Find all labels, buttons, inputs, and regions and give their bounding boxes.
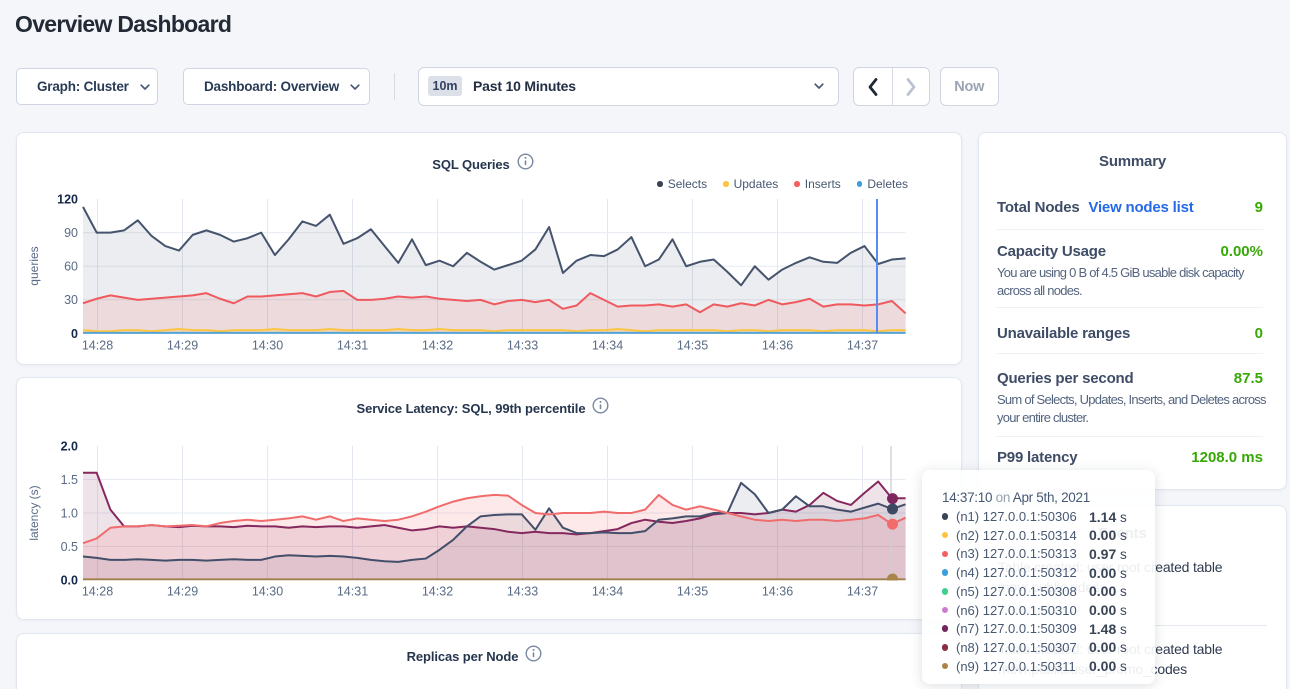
svg-text:0: 0 xyxy=(71,327,78,341)
svg-text:14:28: 14:28 xyxy=(82,339,113,353)
svg-text:14:29: 14:29 xyxy=(167,585,198,599)
svg-text:14:34: 14:34 xyxy=(592,585,623,599)
svg-text:0.5: 0.5 xyxy=(61,540,78,554)
svg-text:14:32: 14:32 xyxy=(422,339,453,353)
svg-text:1.0: 1.0 xyxy=(61,506,78,520)
svg-text:14:31: 14:31 xyxy=(337,339,368,353)
svg-text:14:37: 14:37 xyxy=(847,585,878,599)
svg-text:14:31: 14:31 xyxy=(337,585,368,599)
svg-text:14:37: 14:37 xyxy=(847,339,878,353)
svg-text:14:30: 14:30 xyxy=(252,339,283,353)
svg-text:60: 60 xyxy=(64,260,78,274)
svg-text:14:34: 14:34 xyxy=(592,339,623,353)
svg-text:0.0: 0.0 xyxy=(61,573,78,587)
svg-text:14:35: 14:35 xyxy=(677,585,708,599)
svg-text:14:30: 14:30 xyxy=(252,585,283,599)
svg-text:queries: queries xyxy=(27,246,41,285)
svg-text:14:29: 14:29 xyxy=(167,339,198,353)
svg-text:30: 30 xyxy=(64,293,78,307)
svg-text:14:35: 14:35 xyxy=(677,339,708,353)
svg-text:14:33: 14:33 xyxy=(507,585,538,599)
svg-text:14:33: 14:33 xyxy=(507,339,538,353)
svg-text:latency (s): latency (s) xyxy=(27,485,41,540)
svg-text:14:28: 14:28 xyxy=(82,585,113,599)
svg-text:14:32: 14:32 xyxy=(422,585,453,599)
svg-text:14:36: 14:36 xyxy=(762,585,793,599)
svg-text:14:36: 14:36 xyxy=(762,339,793,353)
svg-text:2.0: 2.0 xyxy=(61,439,78,453)
svg-text:120: 120 xyxy=(57,192,78,206)
svg-text:1.5: 1.5 xyxy=(61,473,78,487)
svg-text:90: 90 xyxy=(64,226,78,240)
